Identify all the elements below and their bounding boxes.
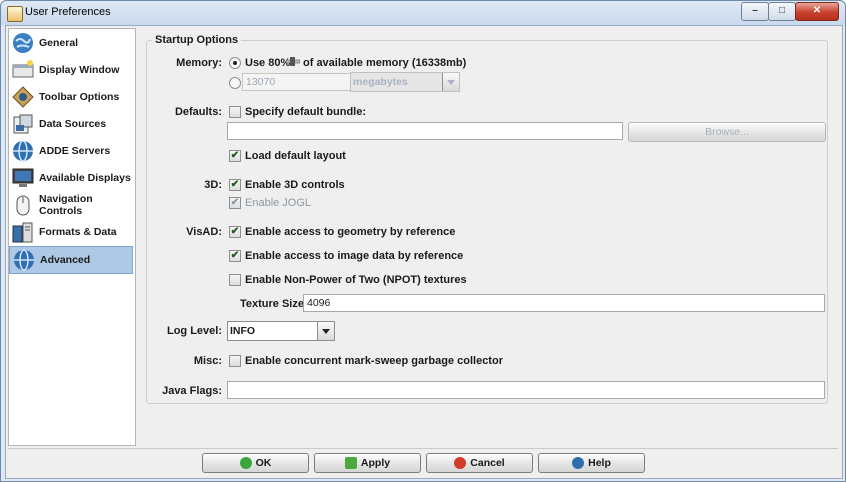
cancel-button[interactable]: Cancel (426, 453, 533, 473)
apply-icon (344, 457, 357, 469)
chevron-down-icon (442, 73, 459, 91)
enable-3d-label: Enable 3D controls (245, 179, 345, 191)
texture-size-input[interactable]: 4096 (303, 294, 825, 312)
maximize-button[interactable]: □ (768, 2, 796, 21)
threed-label: 3D: (204, 179, 222, 191)
enable-3d-checkbox[interactable]: ✔ (229, 179, 241, 191)
formats-icon (11, 220, 35, 244)
window-title: User Preferences (25, 6, 111, 18)
visad-label: VisAD: (186, 226, 222, 238)
chevron-down-icon (317, 322, 334, 340)
server-icon (11, 139, 35, 163)
globe-icon (12, 248, 36, 272)
geometry-ref-checkbox[interactable]: ✔ (229, 226, 241, 238)
image-ref-label: Enable access to image data by reference (245, 250, 464, 262)
sidebar-item-label: Data Sources (39, 118, 107, 130)
apply-button-label: Apply (360, 457, 391, 469)
load-default-layout-label: Load default layout (245, 150, 346, 162)
toolbar-icon (11, 85, 35, 109)
sidebar-item-label: Available Displays (39, 172, 131, 184)
slider-icon[interactable] (285, 57, 301, 66)
enable-jogl-checkbox[interactable]: ✔ (229, 197, 241, 209)
log-level-label: Log Level: (166, 325, 222, 337)
ok-button[interactable]: OK (202, 453, 309, 473)
memory-percent-radio[interactable] (229, 57, 241, 69)
cancel-button-label: Cancel (470, 457, 505, 469)
preferences-window: User Preferences – □ ✕ General Display W… (0, 0, 846, 482)
globe-icon (11, 31, 35, 55)
gc-checkbox[interactable] (229, 355, 241, 367)
sidebar-item-display-window[interactable]: Display Window (9, 57, 133, 83)
memory-available-label: of available memory (16338mb) (303, 57, 467, 69)
dialog-body: General Display Window Toolbar Options D… (5, 25, 843, 479)
close-button[interactable]: ✕ (795, 2, 839, 21)
defaults-label: Defaults: (174, 106, 222, 118)
sidebar-item-toolbar-options[interactable]: Toolbar Options (9, 84, 133, 110)
ok-button-label: OK (255, 457, 272, 469)
sidebar-item-adde-servers[interactable]: ADDE Servers (9, 138, 133, 164)
apply-button[interactable]: Apply (314, 453, 421, 473)
memory-unit-select[interactable]: megabytes (350, 72, 460, 92)
help-icon (572, 457, 585, 469)
sidebar-item-general[interactable]: General (9, 30, 133, 56)
memory-unit-value: megabytes (353, 76, 408, 88)
browse-button[interactable]: Browse... (628, 122, 826, 142)
sidebar-item-label: Advanced (40, 254, 91, 266)
sidebar-item-advanced[interactable]: Advanced (9, 246, 133, 274)
gc-label: Enable concurrent mark-sweep garbage col… (245, 355, 503, 367)
app-icon (7, 6, 23, 22)
window-icon (11, 58, 35, 82)
title-bar[interactable]: User Preferences – □ ✕ (1, 1, 845, 25)
npot-checkbox[interactable] (229, 274, 241, 286)
enable-jogl-label: Enable JOGL (245, 197, 312, 209)
memory-label: Memory: (176, 57, 222, 69)
sidebar-item-available-displays[interactable]: Available Displays (9, 165, 133, 191)
load-default-layout-checkbox[interactable]: ✔ (229, 150, 241, 162)
bundle-path-input[interactable] (227, 122, 623, 140)
texture-size-label: Texture Size: (240, 298, 308, 310)
data-icon (11, 112, 35, 136)
sidebar-item-label: Toolbar Options (39, 91, 120, 103)
memory-value-radio[interactable] (229, 77, 241, 89)
sidebar-item-formats-data[interactable]: Formats & Data (9, 219, 133, 245)
startup-options-group (146, 40, 828, 404)
geometry-ref-label: Enable access to geometry by reference (245, 226, 456, 238)
log-level-value: INFO (230, 325, 256, 337)
image-ref-checkbox[interactable]: ✔ (229, 250, 241, 262)
specify-bundle-checkbox[interactable] (229, 106, 241, 118)
sidebar-item-data-sources[interactable]: Data Sources (9, 111, 133, 137)
java-flags-input[interactable] (227, 381, 825, 399)
minimize-button[interactable]: – (741, 2, 769, 21)
memory-percent-label: Use 80% (245, 57, 291, 69)
java-flags-label: Java Flags: (162, 385, 222, 397)
preferences-sidebar: General Display Window Toolbar Options D… (8, 28, 136, 446)
sidebar-item-label: Formats & Data (39, 226, 117, 238)
dialog-footer: OK Apply Cancel Help (8, 448, 838, 475)
group-legend: Startup Options (152, 34, 242, 46)
sidebar-item-label: Display Window (39, 64, 120, 76)
sidebar-item-label: ADDE Servers (39, 145, 111, 157)
cancel-icon (454, 457, 467, 469)
help-button[interactable]: Help (538, 453, 645, 473)
check-icon (239, 457, 252, 469)
sidebar-item-navigation-controls[interactable]: Navigation Controls (9, 192, 133, 218)
misc-label: Misc: (193, 355, 222, 367)
memory-value-input[interactable]: 13070 (242, 73, 352, 91)
npot-label: Enable Non-Power of Two (NPOT) textures (245, 274, 467, 286)
mouse-icon (11, 193, 35, 217)
sidebar-item-label: Navigation Controls (39, 193, 93, 217)
specify-bundle-label: Specify default bundle: (245, 106, 367, 118)
log-level-select[interactable]: INFO (227, 321, 335, 341)
monitor-icon (11, 166, 35, 190)
help-button-label: Help (588, 457, 611, 469)
sidebar-item-label: General (39, 37, 79, 49)
